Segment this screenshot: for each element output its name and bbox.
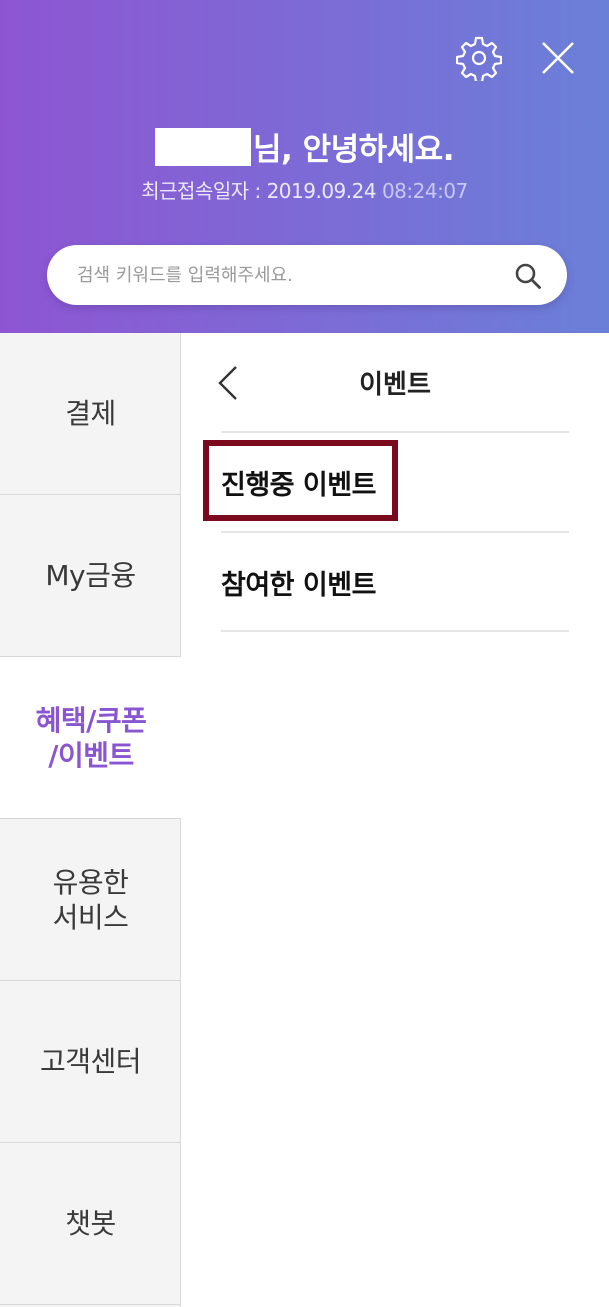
sidebar-item-label: 챗봇 (65, 1207, 116, 1240)
greeting-text: 님, 안녕하세요. (253, 132, 454, 168)
last-login-date: 최근접속일자 : 2019.09.24 (141, 179, 377, 203)
sidebar-item-label: My금융 (45, 559, 136, 592)
search-bar (47, 245, 567, 305)
settings-button[interactable] (455, 34, 503, 82)
search-button[interactable] (506, 256, 550, 296)
user-name-mask (155, 128, 252, 166)
sidebar-item-label: 유용한 서비스 (52, 865, 129, 934)
sidebar-item-chatbot[interactable]: 챗봇 (0, 1143, 181, 1305)
header: 님, 안녕하세요. 최근접속일자 : 2019.09.24 08:24:07 (0, 0, 609, 333)
highlight-box (203, 440, 398, 521)
sidebar-item-payment[interactable]: 결제 (0, 333, 181, 495)
panel-title: 이벤트 (359, 370, 431, 400)
close-icon (542, 42, 574, 74)
sidebar-item-customer-center[interactable]: 고객센터 (0, 981, 181, 1143)
sidebar-item-label: 혜택/쿠폰 /이벤트 (35, 703, 147, 772)
back-button[interactable] (213, 362, 243, 404)
last-login-time: 08:24:07 (381, 179, 468, 203)
close-button[interactable] (534, 34, 582, 82)
divider (221, 431, 569, 433)
gear-icon (456, 36, 502, 81)
greeting: 님, 안녕하세요. (0, 124, 609, 169)
sidebar: 결제 My금융 혜택/쿠폰 /이벤트 유용한 서비스 고객센터 챗봇 (0, 333, 182, 1307)
search-icon (515, 263, 541, 289)
sidebar-item-benefits-coupons-events[interactable]: 혜택/쿠폰 /이벤트 (0, 657, 182, 819)
menu-item-participated-events[interactable]: 참여한 이벤트 (221, 563, 376, 602)
sidebar-item-label: 고객센터 (39, 1045, 142, 1078)
sidebar-item-label: 결제 (65, 397, 116, 430)
chevron-left-icon (218, 366, 237, 400)
divider (221, 630, 569, 632)
sidebar-item-useful-services[interactable]: 유용한 서비스 (0, 819, 181, 981)
search-input[interactable] (77, 245, 497, 305)
last-login: 최근접속일자 : 2019.09.24 08:24:07 (0, 175, 609, 204)
sidebar-item-my-finance[interactable]: My금융 (0, 495, 181, 657)
divider (221, 531, 569, 533)
